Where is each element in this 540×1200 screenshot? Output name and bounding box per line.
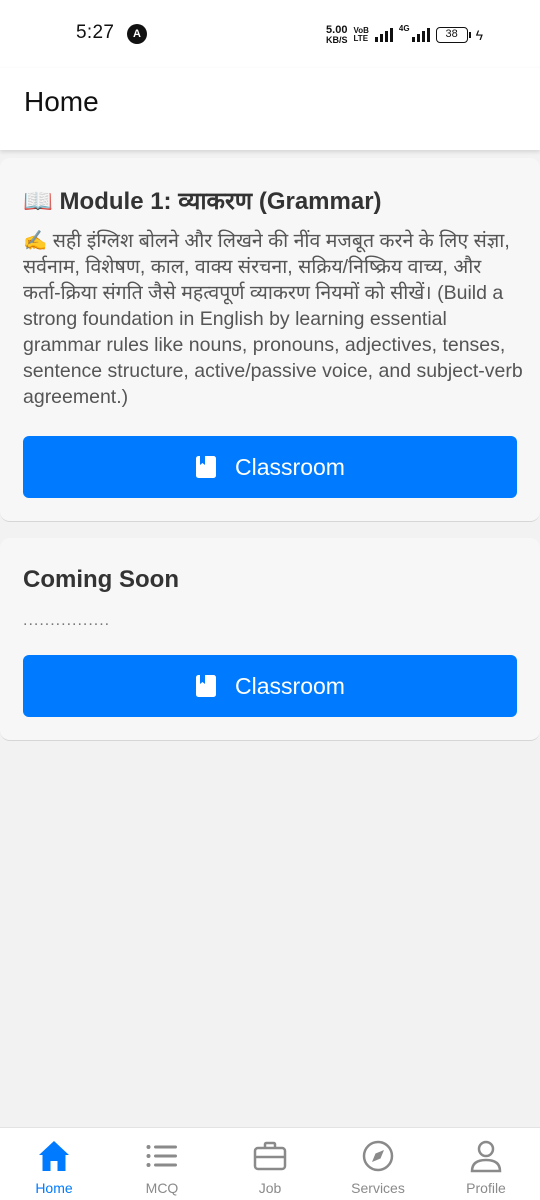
network-speed-unit: KB/S: [326, 35, 348, 45]
classroom-button[interactable]: Classroom: [23, 655, 517, 717]
battery-level: 38: [445, 28, 458, 40]
nav-label-mcq: MCQ: [145, 1180, 179, 1196]
coming-soon-card: Coming Soon ................ Classroom: [0, 538, 540, 741]
network-speed: 5.00 KB/S: [326, 25, 348, 45]
nav-label-services: Services: [351, 1180, 405, 1196]
list-icon: [146, 1145, 177, 1167]
nav-item-profile[interactable]: Profile: [432, 1128, 540, 1200]
nav-label-home: Home: [35, 1180, 73, 1196]
nav-item-job[interactable]: Job: [216, 1128, 324, 1200]
signal-strength-2-icon: [411, 28, 430, 42]
home-icon: [39, 1141, 69, 1171]
nav-label-job: Job: [258, 1180, 282, 1196]
book-icon: [196, 675, 217, 697]
nav-item-home[interactable]: Home: [0, 1128, 108, 1200]
nav-label-profile: Profile: [466, 1180, 506, 1196]
network-type: 4G: [398, 24, 410, 33]
bottom-nav: Home MCQ Job Services Profile: [0, 1127, 540, 1200]
module-description: ✍️ सही इंग्लिश बोलने और लिखने की नींव मज…: [23, 230, 523, 408]
person-icon: [470, 1140, 502, 1173]
status-time: 5:27: [76, 22, 115, 43]
notification-badge-icon: A: [127, 24, 147, 44]
volte-indicator: VoB LTE: [354, 27, 369, 43]
module-title: 📖 Module 1: व्याकरण (Grammar): [23, 188, 382, 215]
nav-item-services[interactable]: Services: [324, 1128, 432, 1200]
coming-soon-title: Coming Soon: [23, 566, 179, 593]
module-card: 📖 Module 1: व्याकरण (Grammar) ✍️ सही इंग…: [0, 158, 540, 522]
briefcase-icon: [253, 1141, 287, 1171]
classroom-button-label: Classroom: [235, 453, 345, 480]
book-icon: [196, 456, 217, 478]
app-header: Home: [0, 68, 540, 150]
classroom-button[interactable]: Classroom: [23, 436, 517, 498]
volte-bottom: LTE: [353, 34, 369, 43]
signal-strength-icon: [374, 28, 393, 42]
charging-icon: ϟ: [475, 27, 484, 43]
classroom-button-label: Classroom: [235, 672, 345, 699]
page-title: Home: [24, 86, 99, 117]
compass-icon: [362, 1140, 394, 1172]
status-indicators: 5.00 KB/S VoB LTE 4G 38 ϟ: [326, 22, 483, 48]
status-bar: 5:27 A 5.00 KB/S VoB LTE 4G 38 ϟ: [0, 0, 540, 68]
battery-icon: 38: [435, 27, 471, 43]
nav-item-mcq[interactable]: MCQ: [108, 1128, 216, 1200]
coming-soon-description: ................: [23, 612, 111, 629]
